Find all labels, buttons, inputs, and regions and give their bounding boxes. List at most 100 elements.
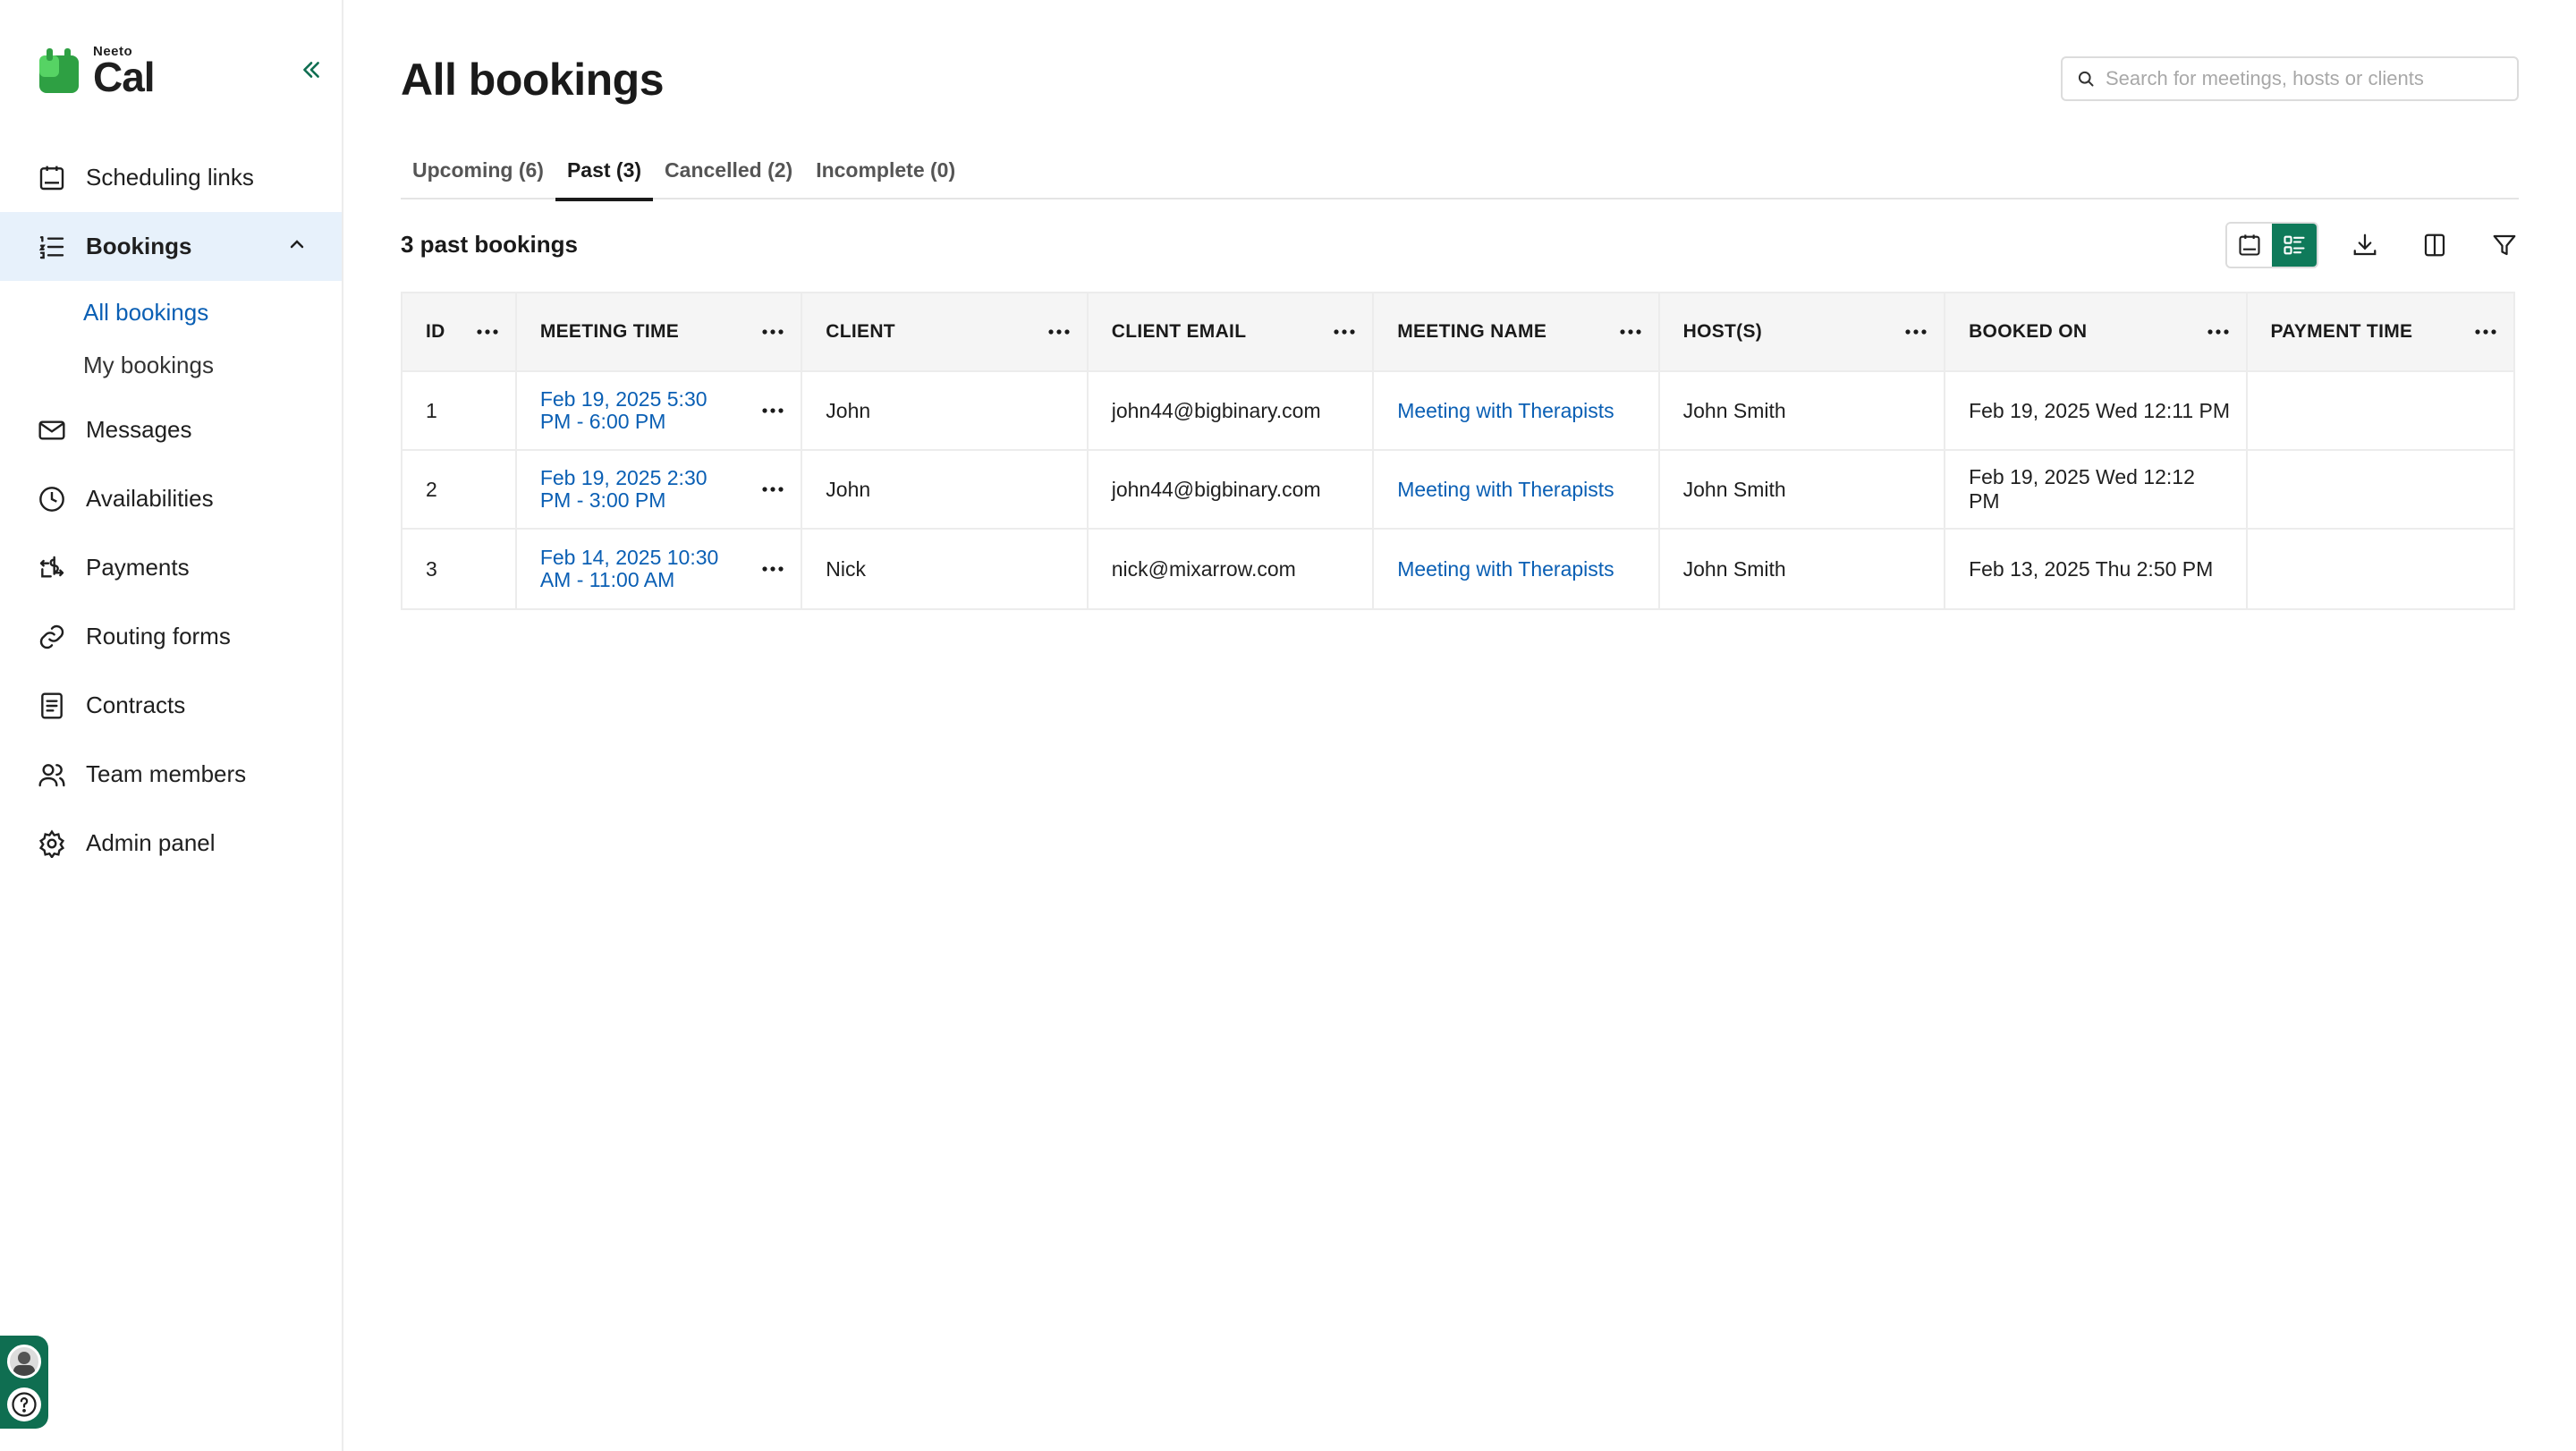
- cell-client-email: john44@bigbinary.com: [1089, 451, 1375, 528]
- cell-hosts: John Smith: [1660, 372, 1946, 449]
- sidebar-item-label: Messages: [86, 416, 192, 443]
- cell-client: Nick: [802, 530, 1089, 608]
- cell-payment-time: [2248, 372, 2513, 449]
- table-header: ID MEETING TIME CLIENT CLIENT EMAIL MEET…: [402, 293, 2513, 372]
- cell-hosts: John Smith: [1660, 530, 1946, 608]
- column-header-meeting-time: MEETING TIME: [517, 293, 803, 370]
- cell-id: 2: [402, 451, 517, 528]
- link-icon: [36, 621, 68, 653]
- column-label: CLIENT EMAIL: [1111, 321, 1247, 342]
- gear-icon: [36, 827, 68, 860]
- tab-incomplete[interactable]: Incomplete (0): [804, 148, 967, 199]
- row-menu-icon[interactable]: [759, 397, 786, 424]
- sidebar-item-label: Routing forms: [86, 623, 231, 649]
- column-menu-icon[interactable]: [2205, 318, 2232, 345]
- bookings-subnav: All bookings My bookings: [0, 281, 342, 395]
- column-label: MEETING NAME: [1397, 321, 1547, 342]
- cell-meeting-name-link[interactable]: Meeting with Therapists: [1374, 530, 1660, 608]
- sidebar-item-payments[interactable]: Payments: [0, 533, 342, 602]
- cell-booked-on: Feb 13, 2025 Thu 2:50 PM: [1945, 530, 2248, 608]
- search-icon: [2078, 71, 2094, 87]
- column-header-client: CLIENT: [802, 293, 1089, 370]
- column-menu-icon[interactable]: [1331, 318, 1358, 345]
- columns-icon: [2424, 233, 2445, 257]
- column-label: BOOKED ON: [1969, 321, 2088, 342]
- row-menu-icon[interactable]: [759, 476, 786, 503]
- calendar-view-icon: [2239, 234, 2260, 256]
- column-header-meeting-name: MEETING NAME: [1374, 293, 1660, 370]
- column-label: MEETING TIME: [539, 321, 680, 342]
- columns-button[interactable]: [2411, 222, 2458, 268]
- sidebar-item-availabilities[interactable]: Availabilities: [0, 464, 342, 533]
- column-menu-icon[interactable]: [1046, 318, 1072, 345]
- column-menu-icon[interactable]: [2472, 318, 2499, 345]
- chevron-up-icon[interactable]: [286, 233, 308, 261]
- collapse-sidebar-button[interactable]: [295, 54, 327, 86]
- tab-upcoming[interactable]: Upcoming (6): [401, 148, 555, 199]
- payment-icon: [36, 552, 68, 584]
- sidebar-item-label: Scheduling links: [86, 164, 254, 191]
- app-logo[interactable]: Neeto Cal: [38, 45, 156, 100]
- sidebar-item-label: Payments: [86, 554, 190, 581]
- tab-cancelled[interactable]: Cancelled (2): [653, 148, 804, 199]
- sidebar-item-routing-forms[interactable]: Routing forms: [0, 602, 342, 671]
- table-row[interactable]: 2 Feb 19, 2025 2:30 PM - 3:00 PM John jo…: [402, 451, 2513, 530]
- column-menu-icon[interactable]: [1617, 318, 1644, 345]
- double-chevron-left-icon: [303, 62, 319, 78]
- list-view-button[interactable]: [2272, 224, 2317, 267]
- sidebar-item-messages[interactable]: Messages: [0, 395, 342, 464]
- cell-meeting-time: Feb 19, 2025 5:30 PM - 6:00 PM: [517, 372, 803, 449]
- cell-meeting-name-link[interactable]: Meeting with Therapists: [1374, 372, 1660, 449]
- sidebar-item-label: Admin panel: [86, 829, 216, 856]
- neeto-cal-logo-icon: [38, 47, 80, 97]
- cell-client-email: john44@bigbinary.com: [1089, 372, 1375, 449]
- column-header-payment-time: PAYMENT TIME: [2248, 293, 2513, 370]
- table-row[interactable]: 1 Feb 19, 2025 5:30 PM - 6:00 PM John jo…: [402, 372, 2513, 451]
- cell-client: John: [802, 372, 1089, 449]
- users-icon: [36, 759, 68, 791]
- cell-meeting-name-link[interactable]: Meeting with Therapists: [1374, 451, 1660, 528]
- column-header-id: ID: [402, 293, 517, 370]
- table-row[interactable]: 3 Feb 14, 2025 10:30 AM - 11:00 AM Nick …: [402, 530, 2513, 608]
- tab-past[interactable]: Past (3): [555, 148, 654, 201]
- column-menu-icon[interactable]: [1902, 318, 1929, 345]
- column-menu-icon[interactable]: [474, 318, 501, 345]
- calendar-icon: [36, 162, 68, 194]
- sidebar-item-admin-panel[interactable]: Admin panel: [0, 809, 342, 878]
- download-button[interactable]: [2342, 222, 2388, 268]
- sidebar-item-scheduling-links[interactable]: Scheduling links: [0, 143, 342, 212]
- avatar[interactable]: [7, 1345, 41, 1379]
- meeting-time-link[interactable]: Feb 19, 2025 5:30 PM - 6:00 PM: [540, 387, 728, 434]
- table-toolbar: [2225, 222, 2528, 268]
- subnav-item-all-bookings[interactable]: All bookings: [0, 286, 342, 339]
- subnav-item-my-bookings[interactable]: My bookings: [0, 339, 342, 392]
- booking-tabs: Upcoming (6) Past (3) Cancelled (2) Inco…: [401, 148, 2519, 201]
- meeting-time-link[interactable]: Feb 19, 2025 2:30 PM - 3:00 PM: [540, 466, 728, 513]
- filter-icon: [2493, 234, 2516, 256]
- sidebar-item-contracts[interactable]: Contracts: [0, 671, 342, 740]
- row-menu-icon[interactable]: [759, 556, 786, 582]
- filter-button[interactable]: [2481, 222, 2528, 268]
- sidebar-nav: Scheduling links Bookings All bookings M…: [0, 143, 342, 878]
- list-icon: [36, 231, 68, 263]
- cell-client: John: [802, 451, 1089, 528]
- cell-payment-time: [2248, 530, 2513, 608]
- sidebar-item-bookings[interactable]: Bookings: [0, 212, 342, 281]
- logo-big-text: Cal: [93, 54, 156, 100]
- sidebar-item-label: Bookings: [86, 233, 192, 259]
- document-icon: [36, 690, 68, 722]
- search-box[interactable]: [2061, 56, 2519, 101]
- cell-meeting-time: Feb 19, 2025 2:30 PM - 3:00 PM: [517, 451, 803, 528]
- column-menu-icon[interactable]: [759, 318, 786, 345]
- column-label: ID: [426, 321, 445, 342]
- clock-icon: [36, 483, 68, 515]
- search-input[interactable]: [2106, 67, 2499, 90]
- help-button[interactable]: [7, 1387, 41, 1421]
- calendar-view-button[interactable]: [2227, 224, 2272, 267]
- sidebar-item-team-members[interactable]: Team members: [0, 740, 342, 809]
- view-toggle: [2225, 222, 2318, 268]
- column-label: HOST(S): [1682, 321, 1763, 342]
- column-header-client-email: CLIENT EMAIL: [1089, 293, 1375, 370]
- meeting-time-link[interactable]: Feb 14, 2025 10:30 AM - 11:00 AM: [540, 546, 728, 592]
- cell-id: 1: [402, 372, 517, 449]
